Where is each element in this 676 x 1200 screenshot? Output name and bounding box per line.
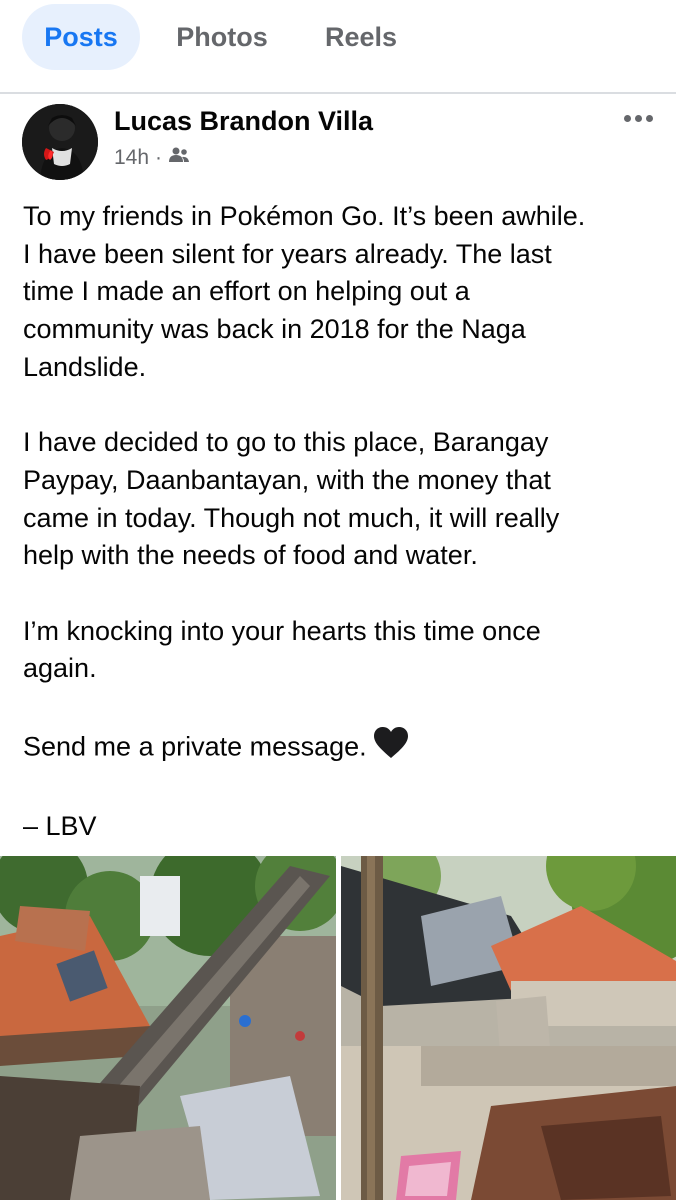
text-line: To my friends in Pokémon Go. It’s been a… xyxy=(23,201,586,231)
text-line: came in today. Though not much, it will … xyxy=(23,502,560,533)
tab-reels[interactable]: Reels xyxy=(306,4,416,70)
post-meta: 14h · xyxy=(114,146,190,170)
signature: – LBV xyxy=(23,811,97,842)
avatar-image xyxy=(22,104,98,180)
text-line: help with the needs of food and water. xyxy=(23,540,478,571)
text-line: community was back in 2018 for the Naga xyxy=(23,314,526,345)
text-line: time I made an effort on helping out a xyxy=(23,276,470,307)
friends-icon xyxy=(168,146,190,170)
text-line-with-heart: Send me a private message. xyxy=(23,726,663,771)
avatar[interactable] xyxy=(22,104,98,180)
meta-separator: · xyxy=(155,146,163,169)
post-photo-1[interactable] xyxy=(0,856,336,1200)
text-line: Paypay, Daanbantayan, with the money tha… xyxy=(23,464,551,495)
author-name[interactable]: Lucas Brandon Villa xyxy=(114,106,373,137)
text-line: I have been silent for years already. Th… xyxy=(23,238,552,269)
black-heart-icon xyxy=(373,726,409,771)
post-photo-2[interactable] xyxy=(341,856,676,1200)
post-text: To my friends in Pokémon Go. It’s been a… xyxy=(23,198,663,846)
text-line: Send me a private message. xyxy=(23,731,367,762)
more-options-icon[interactable] xyxy=(616,108,660,128)
tab-posts[interactable]: Posts xyxy=(22,4,140,70)
text-line: I have decided to go to this place, Bara… xyxy=(23,427,549,458)
profile-tabs: Posts Photos Reels xyxy=(0,0,676,92)
post-time[interactable]: 14h xyxy=(114,146,149,170)
post-card: Lucas Brandon Villa 14h · To my friends … xyxy=(0,94,676,1200)
tab-photos[interactable]: Photos xyxy=(160,4,284,70)
text-line: Landslide. xyxy=(23,351,147,382)
text-line: I’m knocking into your hearts this time … xyxy=(23,615,541,646)
text-line: again. xyxy=(23,653,97,684)
